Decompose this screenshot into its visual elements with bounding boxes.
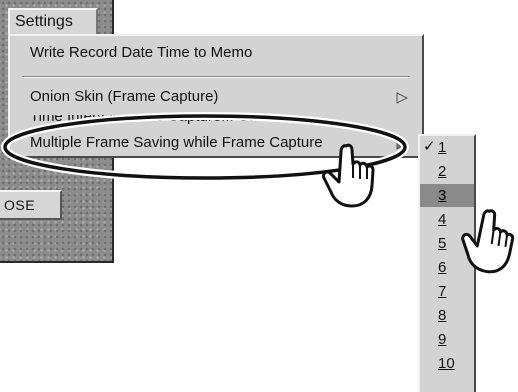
submenu-item-6[interactable]: 6 — [420, 256, 474, 279]
menu-item-multiple-frame-saving[interactable]: Multiple Frame Saving while Frame Captur… — [30, 134, 323, 151]
submenu-arrow-icon — [396, 92, 408, 104]
menu-item-label: Write Record Date Time to Memo — [30, 44, 253, 61]
menu-item-label: Onion Skin (Frame Capture) — [30, 88, 219, 105]
submenu-item-7[interactable]: 7 — [420, 280, 474, 303]
submenu-item-5[interactable]: 5 — [420, 232, 474, 255]
menu-separator — [22, 76, 410, 78]
settings-dropdown-menu: Write Record Date Time to Memo Onion Ski… — [8, 34, 424, 158]
close-button-label: OSE — [4, 197, 36, 213]
settings-menu[interactable]: Settings — [8, 8, 98, 36]
menu-item-label: Multiple Frame Saving while Frame Captur… — [30, 134, 323, 151]
frame-count-submenu: ✓ 1 2 3 4 5 6 7 8 9 10 — [418, 134, 476, 392]
close-button[interactable]: OSE — [0, 190, 62, 220]
submenu-item-1[interactable]: 1 — [420, 136, 474, 159]
settings-menu-label: Settings — [15, 13, 73, 30]
submenu-item-9[interactable]: 9 — [420, 328, 474, 351]
submenu-item-10[interactable]: 10 — [420, 352, 474, 375]
submenu-item-8[interactable]: 8 — [420, 304, 474, 327]
menu-item-time-interval[interactable]: Time Interval Frame Capture... OFF — [30, 108, 268, 125]
submenu-item-2[interactable]: 2 — [420, 160, 474, 183]
submenu-item-4[interactable]: 4 — [420, 208, 474, 231]
submenu-arrow-icon — [396, 138, 408, 150]
submenu-item-3[interactable]: 3 — [420, 184, 474, 207]
menu-item-write-record-date[interactable]: Write Record Date Time to Memo — [30, 44, 252, 61]
menu-item-onion-skin[interactable]: Onion Skin (Frame Capture) — [30, 88, 218, 105]
menu-item-label: Time Interval Frame Capture... OFF — [30, 108, 268, 125]
